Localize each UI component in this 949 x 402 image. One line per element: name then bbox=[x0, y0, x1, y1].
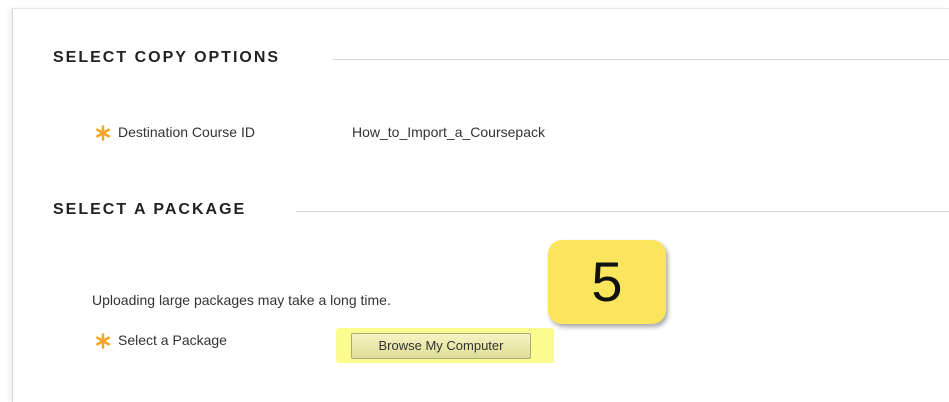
upload-time-note: Uploading large packages may take a long… bbox=[92, 292, 391, 308]
select-package-label: Select a Package bbox=[118, 332, 227, 348]
section-divider-select-package bbox=[296, 211, 949, 212]
required-asterisk-icon bbox=[96, 333, 110, 349]
section-heading-copy-options: SELECT COPY OPTIONS bbox=[53, 49, 281, 66]
destination-course-id-value: How_to_Import_a_Coursepack bbox=[352, 124, 545, 140]
step-number-callout: 5 bbox=[548, 240, 666, 324]
required-asterisk-icon bbox=[96, 125, 110, 141]
section-heading-select-package: SELECT A PACKAGE bbox=[53, 201, 247, 218]
browse-my-computer-button[interactable]: Browse My Computer bbox=[351, 333, 531, 359]
destination-course-id-label: Destination Course ID bbox=[118, 124, 255, 140]
section-divider-copy-options bbox=[332, 59, 949, 60]
